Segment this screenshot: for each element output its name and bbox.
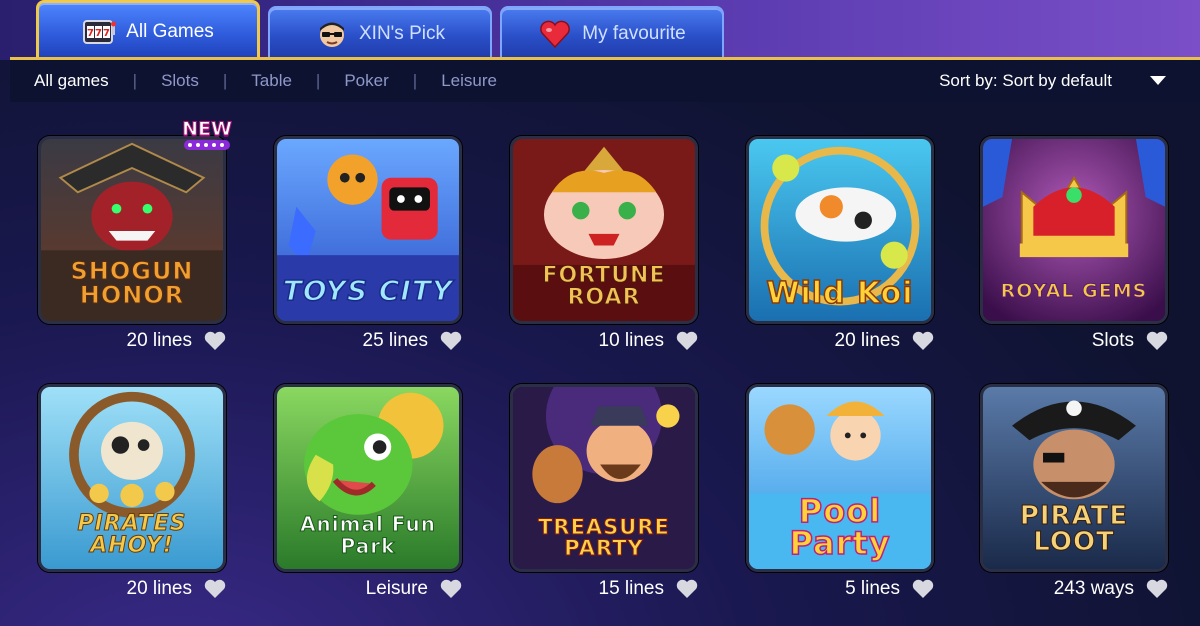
heart-icon (538, 17, 572, 51)
filter-slots[interactable]: Slots (137, 71, 223, 91)
game-thumbnail[interactable]: Pool Party (746, 384, 934, 572)
favourite-heart-icon[interactable] (676, 331, 698, 351)
slot-777-icon: 7 7 7 (82, 15, 117, 49)
sort-dropdown[interactable]: Sort by: Sort by default (939, 71, 1112, 91)
game-card-animal-fun-park[interactable]: Animal Fun Park Leisure (274, 384, 462, 604)
favourite-heart-icon[interactable] (1146, 579, 1168, 599)
game-card-treasure-party[interactable]: TREASURE PARTY 15 lines (510, 384, 698, 604)
game-lines: 5 lines (845, 578, 900, 599)
game-thumbnail[interactable]: SHOGUN HONOR (38, 136, 226, 324)
tab-label: All Games (126, 20, 214, 42)
game-thumbnail[interactable]: TREASURE PARTY (510, 384, 698, 572)
filter-poker[interactable]: Poker (320, 71, 412, 91)
game-lines: Slots (1091, 330, 1134, 351)
filter-bar: All games | Slots | Table | Poker | Leis… (10, 60, 1200, 102)
game-lines: Leisure (365, 578, 428, 599)
game-card-pirate-loot[interactable]: PIRATE LOOT 243 ways (980, 384, 1168, 604)
filter-leisure[interactable]: Leisure (417, 71, 521, 91)
game-title: ROYAL GEMS (1000, 280, 1148, 302)
game-title: PIRATE LOOT (1019, 501, 1129, 557)
game-card-shogun-honor[interactable]: SHOGUN HONOR NEW 20 lines (38, 118, 232, 356)
new-badge-label: NEW (182, 118, 233, 141)
favourite-heart-icon[interactable] (1146, 331, 1168, 351)
game-thumbnail[interactable]: ROYAL GEMS (980, 136, 1168, 324)
filter-all-games[interactable]: All games (34, 71, 133, 91)
game-lines: 25 lines (362, 330, 429, 351)
game-card-fortune-roar[interactable]: FORTUNE ROAR 10 lines (510, 136, 698, 356)
game-title: Pool Party (789, 492, 891, 562)
new-badge: NEW (178, 118, 236, 158)
filter-table[interactable]: Table (227, 71, 316, 91)
favourite-heart-icon[interactable] (676, 579, 698, 599)
svg-text:7: 7 (87, 28, 94, 39)
game-thumbnail[interactable]: Animal Fun Park (274, 384, 462, 572)
game-lines: 20 lines (126, 578, 193, 599)
favourite-heart-icon[interactable] (912, 579, 934, 599)
game-grid: SHOGUN HONOR NEW 20 lines TOYS CITY 25 l… (0, 102, 1200, 626)
tab-label: XIN's Pick (359, 23, 445, 44)
game-title: Animal Fun Park (300, 512, 436, 558)
xin-avatar-icon (315, 17, 349, 51)
game-card-royal-gems[interactable]: ROYAL GEMS Slots (980, 136, 1168, 356)
tab-xins-pick[interactable]: XIN's Pick (268, 6, 492, 60)
game-title: SHOGUN HONOR (70, 257, 194, 309)
favourite-heart-icon[interactable] (204, 331, 226, 351)
game-card-wild-koi[interactable]: Wild Koi 20 lines (746, 136, 934, 356)
game-thumbnail[interactable]: Wild Koi (746, 136, 934, 324)
tab-all-games[interactable]: 7 7 7 All Games (36, 0, 260, 60)
favourite-heart-icon[interactable] (912, 331, 934, 351)
game-card-toys-city[interactable]: TOYS CITY 25 lines (274, 136, 462, 356)
game-title: TOYS CITY (282, 274, 454, 307)
game-lines: 20 lines (834, 330, 901, 351)
game-title: TREASURE PARTY (538, 515, 670, 560)
game-title: Wild Koi (766, 276, 914, 311)
svg-text:7: 7 (95, 28, 102, 39)
svg-text:7: 7 (103, 28, 110, 39)
game-lines: 20 lines (126, 330, 193, 351)
caret-down-icon[interactable] (1150, 76, 1166, 85)
game-thumbnail[interactable]: FORTUNE ROAR (510, 136, 698, 324)
tab-label: My favourite (582, 23, 686, 44)
favourite-heart-icon[interactable] (440, 331, 462, 351)
favourite-heart-icon[interactable] (204, 579, 226, 599)
game-title: PIRATES AHOY! (77, 511, 187, 558)
game-title: FORTUNE ROAR (542, 263, 666, 310)
tab-my-favourite[interactable]: My favourite (500, 6, 724, 60)
game-lines: 15 lines (598, 578, 665, 599)
favourite-heart-icon[interactable] (440, 579, 462, 599)
category-tabs: 7 7 7 All Games XIN's Pick My favourite (36, 0, 724, 60)
game-card-pirates-ahoy[interactable]: PIRATES AHOY! 20 lines (38, 384, 226, 604)
game-card-pool-party[interactable]: Pool Party 5 lines (746, 384, 934, 604)
game-thumbnail[interactable]: TOYS CITY (274, 136, 462, 324)
game-lines: 10 lines (598, 330, 665, 351)
game-thumbnail[interactable]: PIRATE LOOT (980, 384, 1168, 572)
game-lines: 243 ways (1053, 578, 1134, 599)
game-thumbnail[interactable]: PIRATES AHOY! (38, 384, 226, 572)
